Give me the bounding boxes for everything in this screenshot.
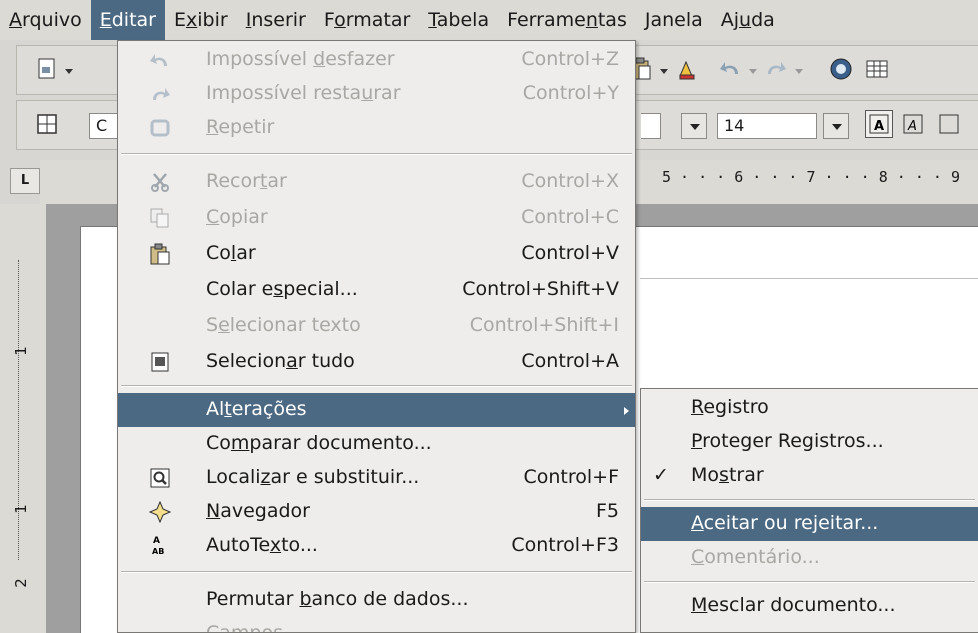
find-replace-icon: [148, 466, 172, 490]
text-boundary: [640, 278, 978, 368]
tab-stop-selector[interactable]: L: [10, 168, 40, 194]
clone-formatting-icon[interactable]: [673, 55, 701, 83]
new-document-icon[interactable]: [33, 55, 61, 83]
bold-icon[interactable]: A: [865, 110, 893, 138]
checkmark-icon: ✓: [653, 464, 669, 486]
autotext-icon: A AB: [148, 534, 172, 558]
menu-item-autotext[interactable]: A AB AutoTexto... Control+F3: [118, 529, 635, 563]
new-dropdown-icon[interactable]: [65, 69, 73, 74]
menu-item-cut: Recortar Control+X: [118, 165, 635, 199]
redo-dropdown-icon[interactable]: [795, 69, 803, 74]
menu-editar[interactable]: Editar: [90, 0, 165, 40]
font-name-dropdown[interactable]: [681, 113, 707, 139]
redo-icon: [148, 82, 172, 106]
vertical-ruler-label: 1: [11, 504, 30, 514]
vertical-ruler[interactable]: 1 1 2: [0, 204, 46, 633]
cut-icon: [148, 170, 172, 194]
undo-dropdown-icon[interactable]: [749, 69, 757, 74]
submenu-item-show[interactable]: ✓ Mostrar: [641, 459, 978, 493]
menu-item-redo: Impossível restaurar Control+Y: [118, 77, 635, 111]
submenu-item-comment: Comentário...: [691, 546, 820, 568]
hyperlink-icon[interactable]: [827, 55, 855, 83]
navigator-icon: [148, 500, 172, 524]
menu-item-undo: Impossível desfazer Control+Z: [118, 43, 635, 77]
redo-icon[interactable]: [761, 55, 789, 83]
italic-icon[interactable]: A: [899, 110, 927, 138]
font-name-combo-end[interactable]: [641, 113, 661, 139]
menu-item-paste-special[interactable]: Colar especial... Control+Shift+V: [118, 273, 635, 307]
menu-item-select-text: Selecionar texto Control+Shift+I: [206, 314, 619, 336]
undo-icon: [148, 48, 172, 72]
styles-icon[interactable]: [33, 110, 61, 138]
menu-arquivo[interactable]: Arquivo: [0, 0, 91, 40]
menu-separator: [121, 385, 632, 387]
table-icon[interactable]: [863, 55, 891, 83]
menu-separator: [121, 153, 632, 155]
menu-separator: [121, 571, 632, 573]
svg-text:A: A: [874, 119, 884, 134]
submenu-item-protect-records[interactable]: Proteger Registros...: [641, 425, 978, 459]
menu-item-select-all[interactable]: Selecionar tudo Control+A: [118, 345, 635, 379]
menu-ferramentas[interactable]: Ferramentas: [498, 0, 636, 40]
submenu-separator: [644, 499, 975, 501]
menu-item-changes[interactable]: Alterações: [118, 393, 635, 427]
repeat-icon: [148, 116, 172, 140]
submenu-arrow-icon: [624, 407, 629, 415]
select-all-icon: [148, 350, 172, 374]
menu-item-repeat: Repetir: [118, 111, 635, 145]
menu-item-paste[interactable]: Colar Control+V: [118, 237, 635, 271]
menu-exibir[interactable]: Exibir: [165, 0, 237, 40]
svg-text:A: A: [153, 536, 160, 546]
menu-item-compare-document[interactable]: Comparar documento...: [118, 427, 635, 461]
vertical-ruler-label: 2: [11, 578, 30, 588]
submenu-item-merge-document[interactable]: Mesclar documento...: [641, 589, 978, 623]
submenu-separator: [644, 581, 975, 583]
font-size-dropdown[interactable]: [823, 113, 849, 139]
paste-icon: [148, 242, 172, 266]
edit-menu: Impossível desfazer Control+Z Impossível…: [117, 40, 636, 633]
vertical-ruler-label: 1: [11, 346, 30, 356]
submenu-item-accept-reject[interactable]: Aceitar ou rejeitar...: [641, 507, 978, 541]
copy-icon: [148, 206, 172, 230]
menu-item-find-replace[interactable]: Localizar e substituir... Control+F: [118, 461, 635, 495]
paste-dropdown-icon[interactable]: [660, 69, 668, 74]
font-size-value: 14: [724, 116, 745, 135]
menu-item-fields: Campos: [206, 622, 284, 633]
font-size-combo[interactable]: 14: [717, 113, 817, 139]
menu-tabela[interactable]: Tabela: [419, 0, 498, 40]
menu-janela[interactable]: Janela: [636, 0, 712, 40]
paragraph-style-value: C: [96, 116, 108, 135]
menu-item-navigator[interactable]: Navegador F5: [118, 495, 635, 529]
svg-text:AB: AB: [152, 547, 164, 556]
vertical-ruler-ticks: [18, 260, 28, 560]
menu-ajuda[interactable]: Ajuda: [712, 0, 784, 40]
menu-item-copy: Copiar Control+C: [118, 201, 635, 235]
tab-stop-label: L: [20, 173, 30, 188]
changes-submenu: Registro Proteger Registros... ✓ Mostrar…: [640, 388, 978, 633]
undo-icon[interactable]: [717, 55, 745, 83]
menu-inserir[interactable]: Inserir: [237, 0, 315, 40]
menubar: Arquivo Editar Exibir Inserir Formatar T…: [0, 0, 978, 40]
svg-text:A: A: [907, 119, 917, 134]
submenu-item-record[interactable]: Registro: [641, 391, 978, 425]
underline-icon[interactable]: [935, 110, 963, 138]
menu-item-exchange-database[interactable]: Permutar banco de dados...: [118, 583, 635, 617]
menu-formatar[interactable]: Formatar: [315, 0, 419, 40]
